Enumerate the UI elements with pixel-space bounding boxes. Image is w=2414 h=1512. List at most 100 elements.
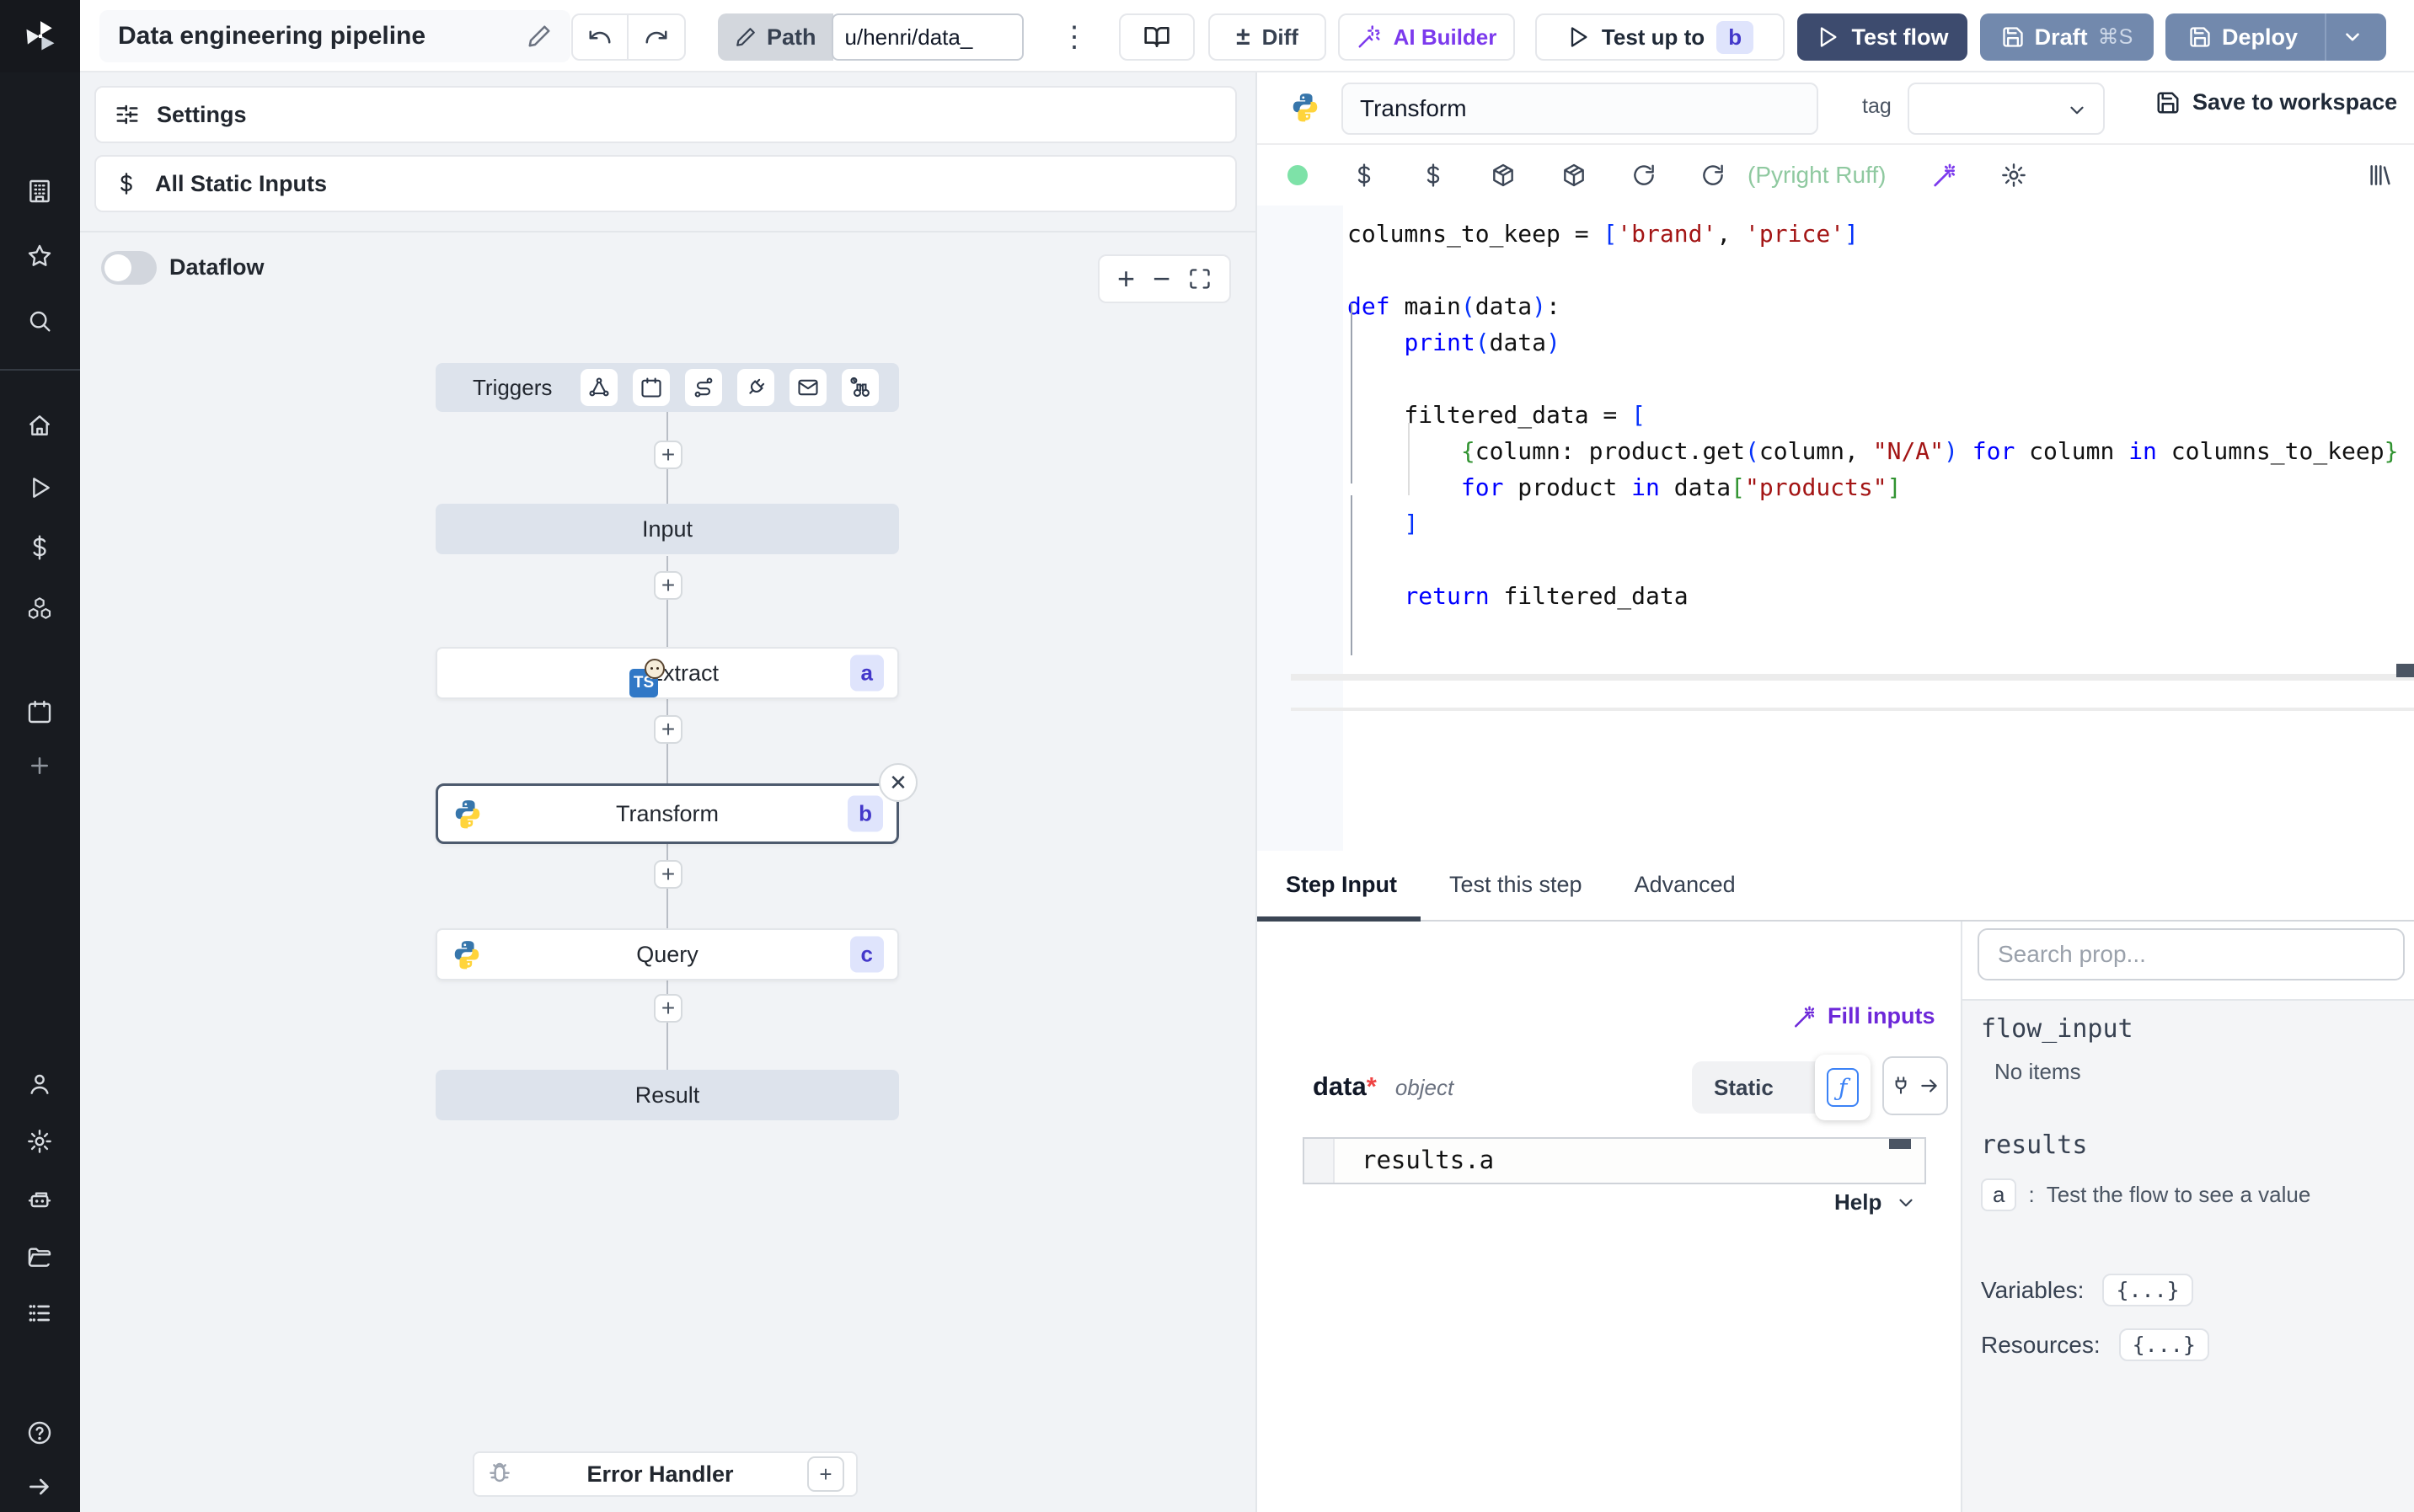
sidebar-collapse-arrow[interactable]: [20, 1467, 59, 1506]
sidebar-item-schedules[interactable]: [20, 692, 59, 731]
code-line[interactable]: columns_to_keep = ['brand', 'price']: [1347, 216, 2398, 252]
sidebar-item-users[interactable]: [20, 1065, 59, 1103]
refresh-icon[interactable]: [1700, 163, 1726, 188]
watch-jobs-trigger-button[interactable]: [842, 369, 880, 406]
ai-wand-icon[interactable]: [1930, 162, 1956, 189]
flow-input-section[interactable]: flow_input: [1981, 1014, 2414, 1044]
sidebar-item-favorites[interactable]: [20, 237, 59, 275]
search-prop-input[interactable]: [1978, 928, 2405, 980]
result-item[interactable]: a : Test the flow to see a value: [1981, 1178, 2414, 1211]
package-icon[interactable]: [1560, 162, 1587, 189]
code-line[interactable]: [1347, 252, 2398, 288]
sidebar-item-workspace[interactable]: [20, 172, 59, 211]
sidebar-item-settings[interactable]: [20, 1122, 59, 1161]
package-icon[interactable]: [1490, 162, 1517, 189]
path-edit-button[interactable]: Path: [718, 13, 833, 61]
fill-inputs-button[interactable]: Fill inputs: [1790, 1003, 1935, 1029]
zoom-in-button[interactable]: +: [1117, 261, 1135, 297]
code-line[interactable]: return filtered_data: [1347, 578, 2398, 614]
code-line[interactable]: {column: product.get(column, "N/A") for …: [1347, 433, 2399, 469]
code-line[interactable]: def main(data):: [1347, 288, 2398, 324]
remove-step-button[interactable]: ✕: [879, 763, 918, 802]
sidebar-item-folders[interactable]: [20, 1237, 59, 1276]
sidebar-item-home[interactable]: [20, 406, 59, 445]
webhook-trigger-button[interactable]: [581, 369, 618, 406]
diff-button[interactable]: ± Diff: [1208, 13, 1326, 61]
sidebar-item-more[interactable]: [20, 746, 59, 785]
websocket-trigger-button[interactable]: [737, 369, 775, 406]
result-key-badge[interactable]: a: [1981, 1178, 2017, 1211]
triggers-node[interactable]: Triggers: [436, 363, 899, 412]
flow-result-node[interactable]: Result: [436, 1070, 899, 1120]
path-input[interactable]: [831, 13, 1024, 61]
dollar-icon[interactable]: [1352, 163, 1377, 188]
expression-input[interactable]: results.a: [1303, 1137, 1926, 1184]
code-line[interactable]: filtered_data = [: [1347, 397, 2398, 433]
expression-value[interactable]: results.a: [1335, 1139, 1494, 1183]
docs-button[interactable]: [1119, 13, 1195, 61]
code-line[interactable]: ]: [1347, 505, 2398, 542]
add-step-button[interactable]: +: [654, 994, 682, 1023]
sidebar-item-logs[interactable]: [20, 1294, 59, 1333]
tab-test-this-step[interactable]: Test this step: [1449, 872, 1582, 920]
flow-input-node[interactable]: Input: [436, 504, 899, 554]
javascript-expression-toggle[interactable]: ƒ: [1815, 1055, 1871, 1120]
sidebar-item-search[interactable]: [20, 302, 59, 340]
route-trigger-button[interactable]: [685, 369, 723, 406]
code-line[interactable]: [1347, 542, 2398, 578]
dataflow-toggle[interactable]: [101, 251, 157, 285]
save-to-workspace-button[interactable]: Save to workspace: [2155, 89, 2397, 115]
fullscreen-icon[interactable]: [1188, 267, 1212, 291]
test-up-to-button[interactable]: Test up to b: [1535, 13, 1785, 61]
code-line[interactable]: for product in data["products"]: [1347, 469, 2398, 505]
add-step-button[interactable]: +: [654, 441, 682, 469]
help-expander[interactable]: Help: [1834, 1189, 1917, 1215]
all-static-inputs-row[interactable]: All Static Inputs: [94, 155, 1237, 212]
flow-settings-row[interactable]: Settings: [94, 86, 1237, 143]
more-options-kebab-icon[interactable]: ⋮: [1055, 13, 1094, 61]
refresh-icon[interactable]: [1631, 163, 1657, 188]
undo-button[interactable]: [573, 15, 629, 59]
test-flow-button[interactable]: Test flow: [1797, 13, 1967, 61]
query-step-node[interactable]: Query c: [436, 928, 899, 980]
code-editor[interactable]: columns_to_keep = ['brand', 'price'] def…: [1257, 206, 2414, 851]
sidebar-item-workers[interactable]: [20, 1180, 59, 1219]
results-section[interactable]: results: [1981, 1130, 2414, 1160]
step-name-input[interactable]: [1341, 83, 1818, 135]
connect-input-button[interactable]: [1882, 1056, 1948, 1115]
sidebar-item-resources[interactable]: [20, 590, 59, 628]
code-content[interactable]: columns_to_keep = ['brand', 'price'] def…: [1347, 216, 2398, 614]
redo-button[interactable]: [629, 15, 684, 59]
sidebar-item-runs[interactable]: [20, 468, 59, 507]
resources-object-chip[interactable]: {...}: [2118, 1328, 2209, 1361]
variables-object-chip[interactable]: {...}: [2102, 1274, 2193, 1306]
transform-step-node-selected[interactable]: Transform b: [436, 783, 899, 844]
deploy-dropdown-button[interactable]: [2325, 13, 2379, 61]
edit-title-pencil-icon[interactable]: [527, 24, 552, 49]
extract-step-node[interactable]: TS Extract a: [436, 647, 899, 699]
save-draft-button[interactable]: Draft ⌘S: [1980, 13, 2154, 61]
tab-step-input[interactable]: Step Input: [1257, 872, 1421, 922]
sidebar-item-help[interactable]: [20, 1413, 59, 1452]
library-icon[interactable]: [2366, 162, 2393, 189]
sidebar-item-variables[interactable]: [20, 528, 59, 567]
add-step-button[interactable]: +: [654, 860, 682, 889]
add-error-handler-button[interactable]: +: [807, 1456, 844, 1492]
tab-advanced[interactable]: Advanced: [1635, 872, 1736, 920]
add-step-button[interactable]: +: [654, 715, 682, 744]
add-step-button[interactable]: +: [654, 571, 682, 600]
code-line[interactable]: print(data): [1347, 324, 2398, 361]
schedule-trigger-button[interactable]: [633, 369, 671, 406]
windmill-logo[interactable]: [0, 0, 80, 72]
editor-scrollbar-thumb[interactable]: [2396, 664, 2414, 677]
ai-builder-button[interactable]: AI Builder: [1338, 13, 1515, 61]
tag-select[interactable]: [1908, 83, 2105, 135]
editor-settings-gear-icon[interactable]: [2000, 162, 2027, 189]
static-toggle[interactable]: Static: [1692, 1061, 1822, 1114]
code-line[interactable]: [1347, 361, 2398, 397]
zoom-out-button[interactable]: −: [1153, 261, 1170, 297]
error-handler-node[interactable]: Error Handler +: [473, 1451, 858, 1497]
expression-scrollbar-thumb[interactable]: [1889, 1139, 1911, 1149]
test-up-to-step-badge[interactable]: b: [1716, 20, 1754, 54]
deploy-button[interactable]: Deploy: [2173, 13, 2313, 61]
